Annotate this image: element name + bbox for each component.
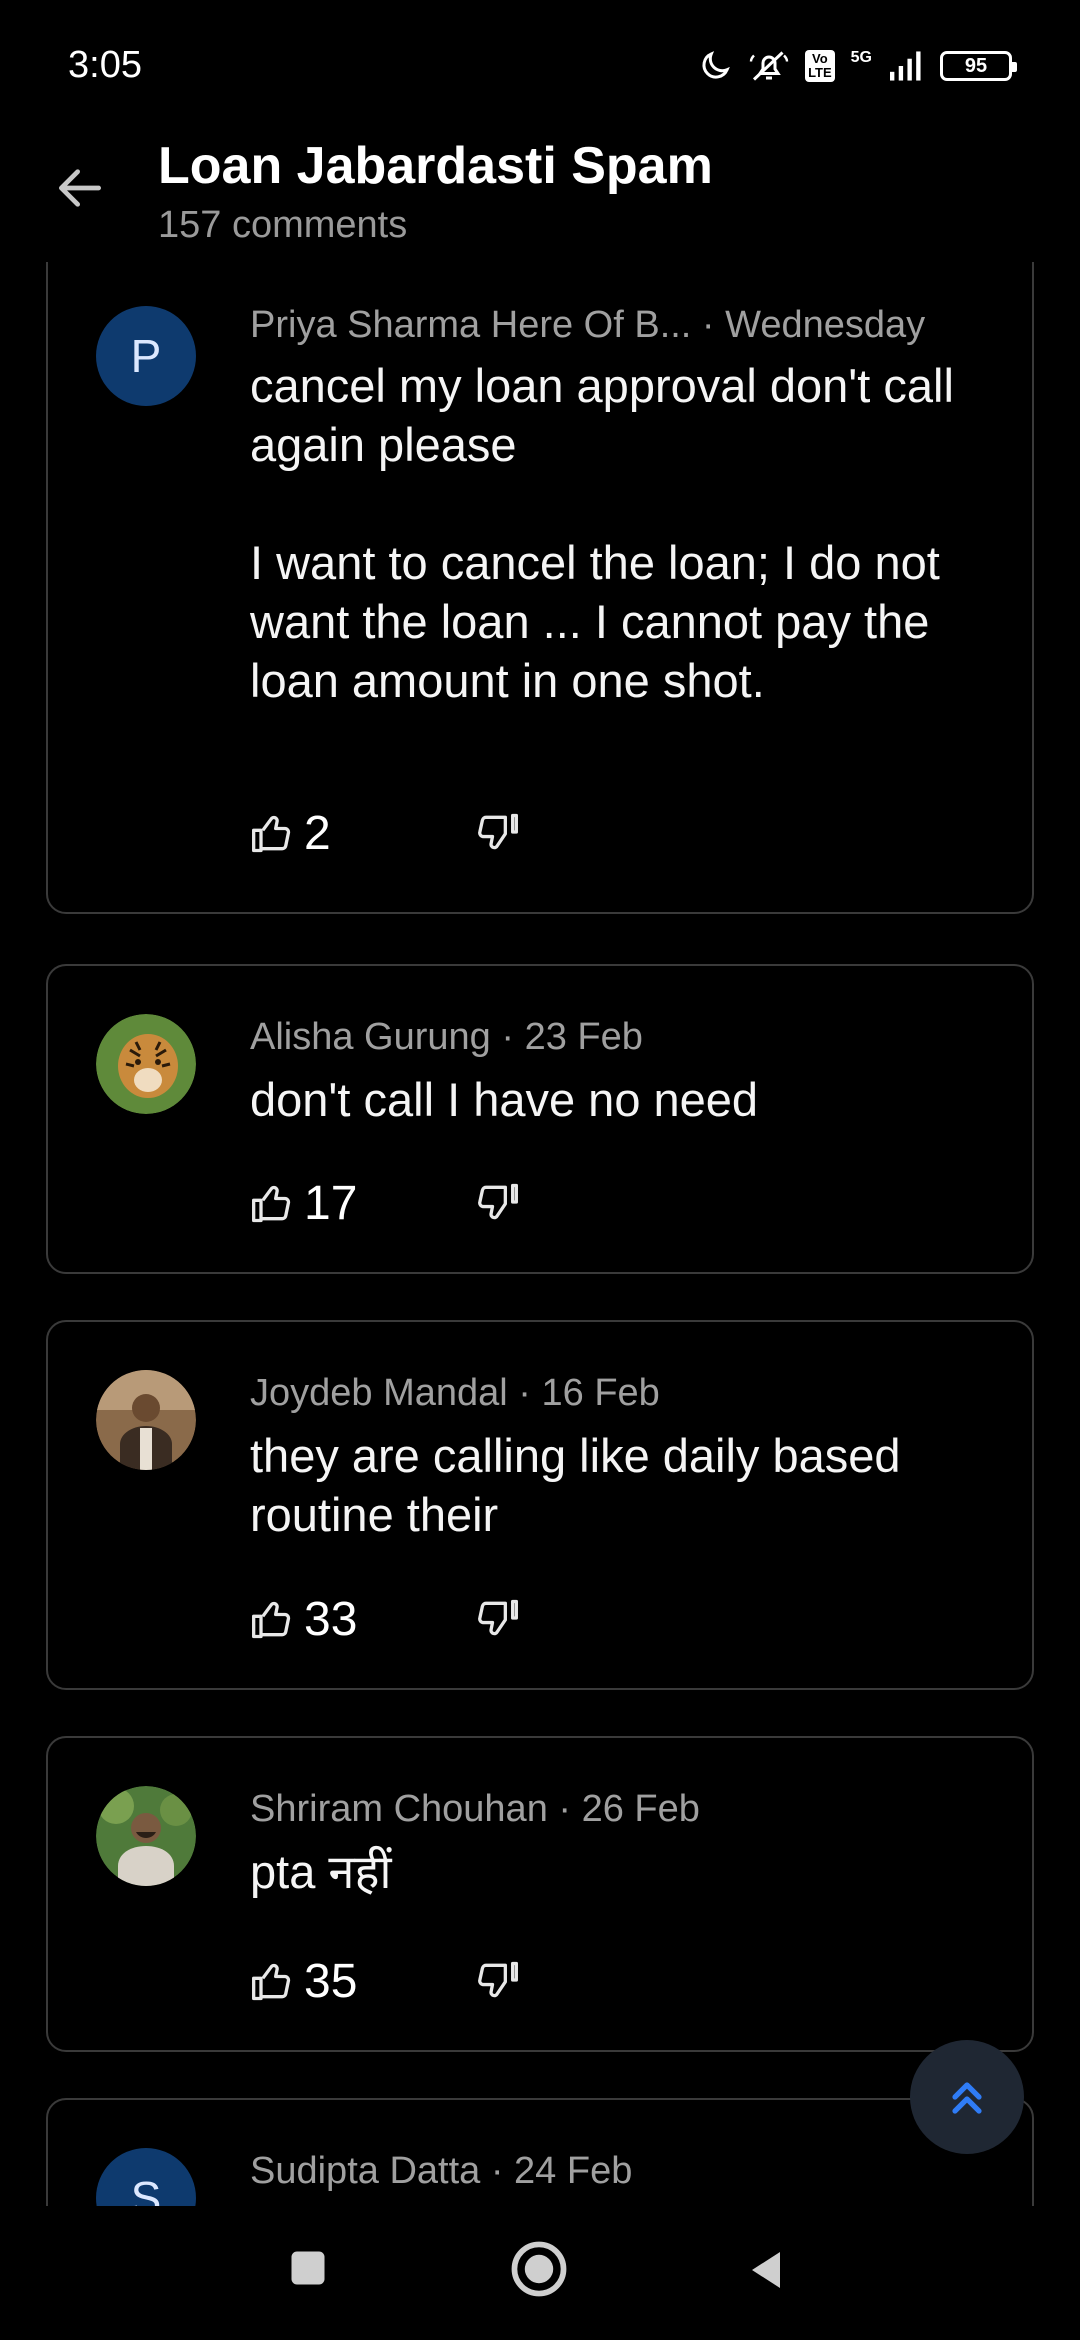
thumbs-down-icon <box>478 1599 518 1636</box>
thumbs-up-icon <box>252 1963 291 2000</box>
comment-meta: Alisha Gurung · 23 Feb <box>250 1016 643 1059</box>
person-avatar-image <box>96 1370 196 1470</box>
volte-icon: Vo LTE <box>805 50 835 82</box>
person-avatar-image <box>96 1786 196 1886</box>
comment-card: S Sudipta Datta · 24 Feb <box>46 2098 1034 2206</box>
comment-card: P Priya Sharma Here Of B... · Wednesday … <box>46 262 1034 914</box>
comment-date: · 24 Feb <box>480 2150 633 2192</box>
back-button[interactable] <box>52 160 108 216</box>
comment-author[interactable]: Sudipta Datta <box>250 2150 480 2192</box>
like-button[interactable]: 2 <box>250 806 331 861</box>
comment-date: · 16 Feb <box>507 1372 660 1414</box>
thumbs-down-icon <box>478 1961 518 1998</box>
page-title: Loan Jabardasti Spam <box>158 137 713 195</box>
status-time: 3:05 <box>68 44 142 86</box>
thumbs-up-icon <box>252 815 291 852</box>
signal-icon <box>890 51 921 81</box>
like-count: 2 <box>304 807 331 860</box>
comment-meta: Sudipta Datta · 24 Feb <box>250 2150 632 2193</box>
triangle-back-icon <box>752 2252 780 2288</box>
app-header: Loan Jabardasti Spam 157 comments <box>0 130 1080 260</box>
network-type: 5G <box>850 49 872 66</box>
dislike-button[interactable] <box>476 810 520 859</box>
thumbs-down-icon <box>478 813 518 850</box>
like-count: 17 <box>304 1177 358 1230</box>
avatar-letter: S <box>130 2172 162 2206</box>
comment-count: 157 comments <box>158 204 408 246</box>
tiger-avatar-image <box>96 1014 196 1114</box>
comment-card: Alisha Gurung · 23 Feb don't call I have… <box>46 964 1034 1274</box>
comment-card: Joydeb Mandal · 16 Feb they are calling … <box>46 1320 1034 1690</box>
dislike-button[interactable] <box>476 1958 520 2007</box>
battery-level: 95 <box>964 54 988 77</box>
avatar-letter: P <box>130 330 162 382</box>
thumbs-up-icon <box>252 1601 291 1638</box>
silent-icon <box>749 51 789 81</box>
comment-meta: Shriram Chouhan · 26 Feb <box>250 1788 700 1831</box>
double-chevron-up-icon <box>952 2082 982 2114</box>
recents-button[interactable] <box>286 2246 330 2295</box>
moon-icon <box>702 51 730 79</box>
system-nav-bar <box>0 2206 1080 2340</box>
like-count: 35 <box>304 1955 358 2008</box>
comment-author[interactable]: Shriram Chouhan <box>250 1788 548 1830</box>
status-icons: Vo LTE 5G 95 <box>697 44 1017 88</box>
back-arrow-icon <box>59 169 101 207</box>
comment-text: cancel my loan approval don't call again… <box>250 359 954 707</box>
like-button[interactable]: 35 <box>250 1954 357 2009</box>
dislike-button[interactable] <box>476 1596 520 1645</box>
comment-text: don't call I have no need <box>250 1073 759 1126</box>
avatar[interactable]: P <box>96 306 196 406</box>
comments-list[interactable]: P Priya Sharma Here Of B... · Wednesday … <box>0 262 1080 2206</box>
avatar[interactable]: S <box>96 2148 196 2206</box>
square-icon <box>291 2251 325 2285</box>
scroll-to-top-button[interactable] <box>910 2040 1024 2154</box>
like-button[interactable]: 33 <box>250 1592 357 1647</box>
comment-meta: Joydeb Mandal · 16 Feb <box>250 1372 660 1415</box>
comment-meta: Priya Sharma Here Of B... · Wednesday <box>250 304 925 347</box>
comment-date: · 23 Feb <box>490 1016 643 1058</box>
thumbs-down-icon <box>478 1183 518 1220</box>
like-button[interactable]: 17 <box>250 1176 357 1231</box>
dislike-button[interactable] <box>476 1180 520 1229</box>
back-nav-button[interactable] <box>742 2246 790 2299</box>
comment-card: Shriram Chouhan · 26 Feb pta नहीं 35 <box>46 1736 1034 2052</box>
comment-date: · 26 Feb <box>547 1788 700 1830</box>
comment-author[interactable]: Priya Sharma Here Of B... <box>250 304 691 346</box>
avatar[interactable] <box>96 1786 196 1886</box>
status-bar: 3:05 Vo LTE 5G 95 <box>0 0 1080 130</box>
thumbs-up-icon <box>252 1185 291 1222</box>
avatar[interactable] <box>96 1370 196 1470</box>
comment-author[interactable]: Joydeb Mandal <box>250 1372 508 1414</box>
circle-icon <box>511 2241 567 2297</box>
avatar[interactable] <box>96 1014 196 1114</box>
comment-author[interactable]: Alisha Gurung <box>250 1016 491 1058</box>
comment-text: they are calling like daily based routin… <box>250 1429 901 1541</box>
comment-text: pta नहीं <box>250 1845 392 1898</box>
home-button[interactable] <box>508 2238 570 2305</box>
battery-icon: 95 <box>940 51 1017 81</box>
comment-date: · Wednesday <box>691 304 926 346</box>
like-count: 33 <box>304 1593 358 1646</box>
